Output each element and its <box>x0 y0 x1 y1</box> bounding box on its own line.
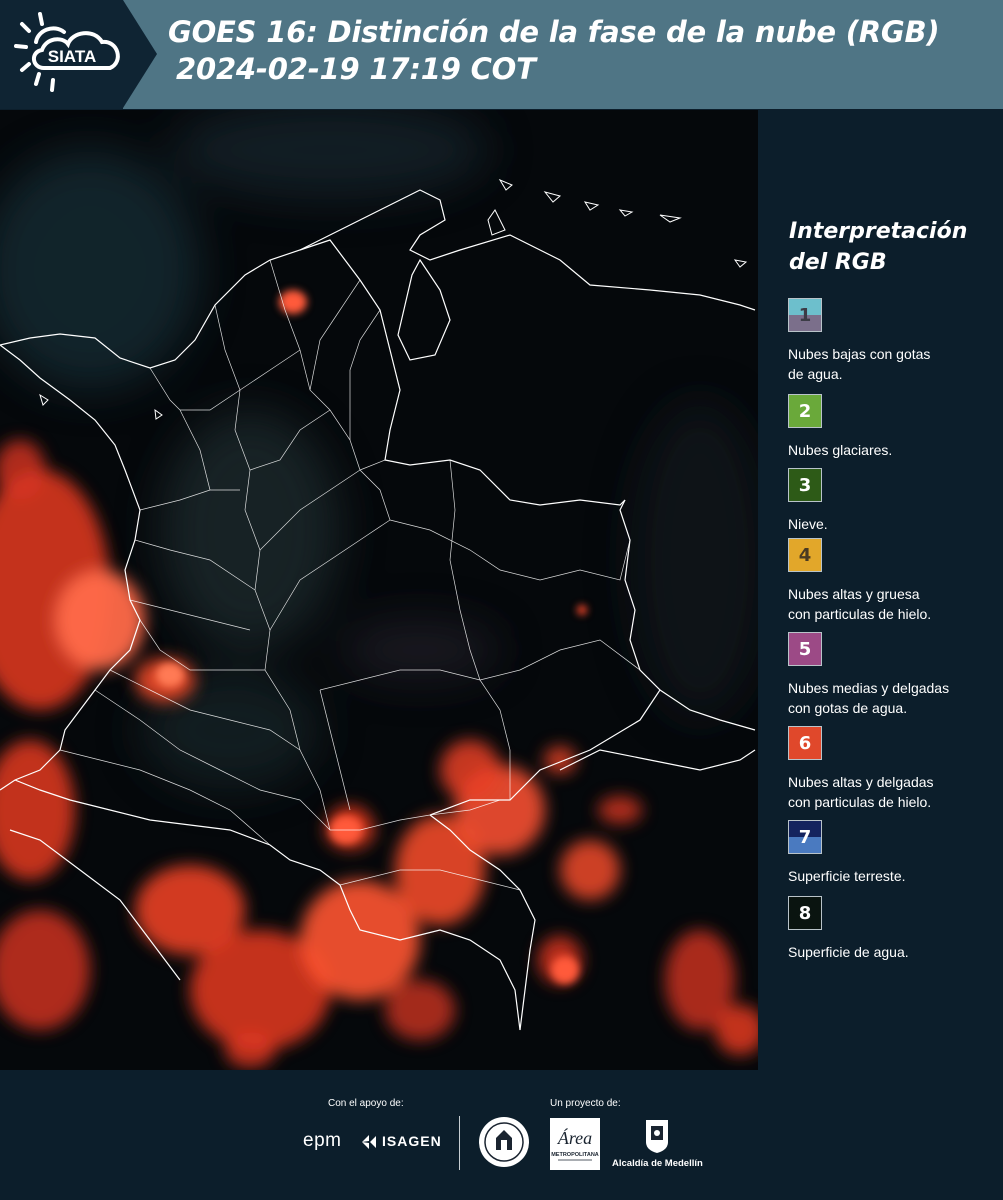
logo-text: SIATA <box>48 47 96 66</box>
satellite-map <box>0 110 758 1070</box>
legend-label-7: Superficie terreste. <box>788 868 906 884</box>
legend-swatch-6: 6 <box>788 726 822 760</box>
legend-item-6: 6 Nubes altas y delgadas con particulas … <box>788 726 998 812</box>
legend-swatch-5: 5 <box>788 632 822 666</box>
epm-logo: epm <box>303 1130 342 1151</box>
legend-swatch-3: 3 <box>788 468 822 502</box>
support-label: Con el apoyo de: <box>328 1098 404 1109</box>
venezuela-border <box>299 239 626 506</box>
header: SIATA GOES 16: Distinción de la fase de … <box>0 0 1003 109</box>
siata-logo: SIATA <box>14 12 120 92</box>
footer: Con el apoyo de: Un proyecto de: epm ISA… <box>0 1070 1003 1200</box>
page-title: GOES 16: Distinción de la fase de la nub… <box>168 14 940 88</box>
legend-label-5: Nubes medias y delgadas con gotas de agu… <box>788 680 950 716</box>
legend-swatch-8: 8 <box>788 896 822 930</box>
legend-swatch-2: 2 <box>788 394 822 428</box>
legend-label-6: Nubes altas y delgadas con particulas de… <box>788 774 934 810</box>
legend-item-7: 7 Superficie terreste. <box>788 820 998 886</box>
isagen-icon <box>362 1135 376 1149</box>
legend-swatch-7: 7 <box>788 820 822 854</box>
footer-divider <box>459 1116 460 1170</box>
legend-label-1: Nubes bajas con gotas de agua. <box>788 346 931 382</box>
legend-panel: Interpretación del RGB 1 Nubes bajas con… <box>760 110 1003 1070</box>
lake-maracaibo <box>397 258 451 361</box>
svg-text:METROPOLITANA: METROPOLITANA <box>551 1152 599 1158</box>
map-canvas <box>0 110 758 1068</box>
legend-item-2: 2 Nubes glaciares. <box>788 394 998 460</box>
timestamp: 2024-02-19 17:19 COT <box>176 52 536 86</box>
area-metropolitana-logo: Área METROPOLITANA <box>550 1118 600 1170</box>
legend-swatch-4: 4 <box>788 538 822 572</box>
legend-title: Interpretación del RGB <box>789 219 968 275</box>
legend-item-3: 3 Nieve. <box>788 468 998 534</box>
legend-item-4: 4 Nubes altas y gruesa con particulas de… <box>788 538 998 624</box>
antioquia-seal-icon <box>479 1117 529 1167</box>
svg-text:Área: Área <box>557 1127 592 1148</box>
legend-item-8: 8 Superficie de agua. <box>788 896 998 962</box>
legend-swatch-1: 1 <box>788 298 822 332</box>
legend-label-2: Nubes glaciares. <box>788 442 893 458</box>
isagen-logo: ISAGEN <box>382 1133 442 1149</box>
banner-arrow <box>123 0 157 108</box>
legend-item-1: 1 Nubes bajas con gotas de agua. <box>788 298 998 384</box>
terrain-tint <box>0 110 758 790</box>
medellin-shield-icon <box>646 1120 668 1153</box>
legend-item-5: 5 Nubes medias y delgadas con gotas de a… <box>788 632 998 718</box>
project-label: Un proyecto de: <box>550 1098 621 1109</box>
legend-label-3: Nieve. <box>788 516 828 532</box>
title-line-1: GOES 16: Distinción de la fase de la nub… <box>168 15 940 49</box>
legend-label-4: Nubes altas y gruesa con particulas de h… <box>788 586 932 622</box>
legend-label-8: Superficie de agua. <box>788 944 909 960</box>
medellin-label: Alcaldía de Medellín <box>612 1158 703 1169</box>
